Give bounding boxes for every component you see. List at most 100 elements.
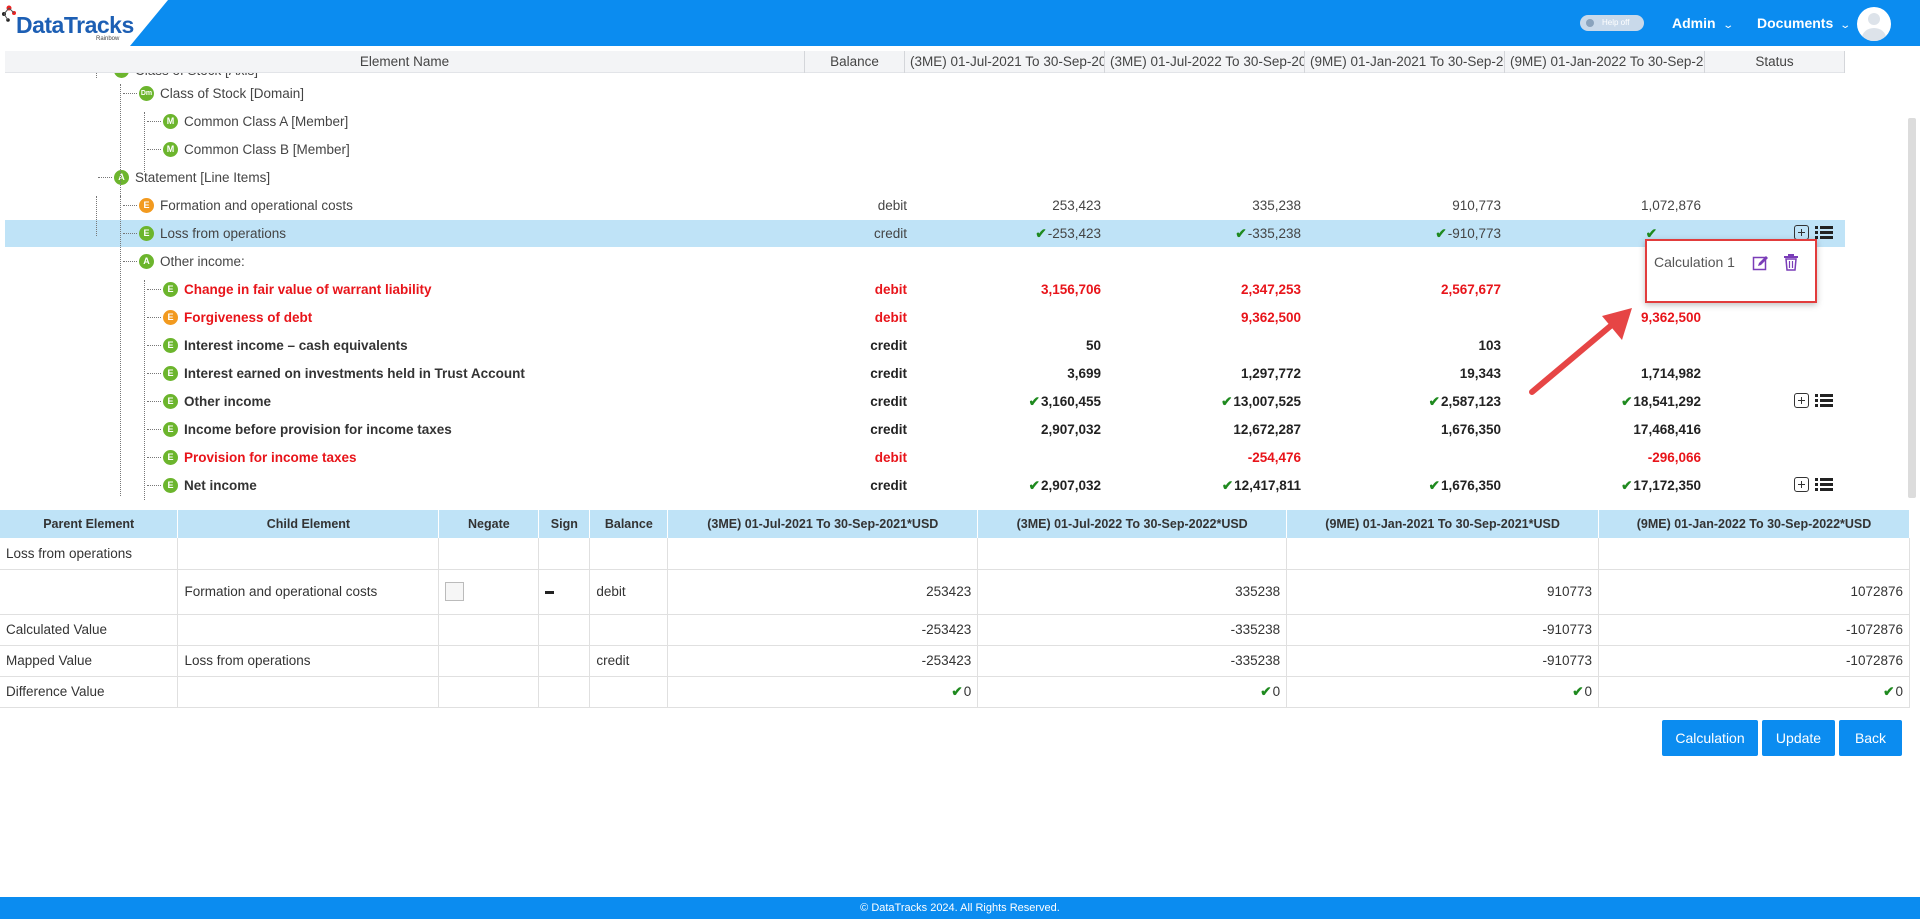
col-balance[interactable]: Balance (805, 51, 905, 73)
update-button[interactable]: Update (1762, 720, 1835, 756)
value-cell: -910773 (1286, 614, 1600, 646)
logo[interactable]: DataTracks Rainbow (0, 0, 168, 46)
minus-sign-icon[interactable] (545, 590, 555, 594)
value-cell: 1,072,876 (1640, 198, 1701, 213)
negate-checkbox[interactable] (445, 582, 465, 601)
th-sign[interactable]: Sign (538, 510, 591, 538)
table-row: Difference Value ✔0 ✔0 ✔0 ✔0 (0, 676, 1910, 708)
tree-row[interactable]: E Formation and operational costs debit 253… (5, 192, 1845, 219)
check-icon: ✔ (1221, 394, 1233, 409)
check-icon: ✔ (1883, 683, 1895, 699)
col-3me-2021[interactable]: (3ME) 01-Jul-2021 To 30-Sep-2021 (905, 51, 1105, 73)
element-name[interactable]: Income before provision for income taxes (184, 422, 452, 437)
value-cell: 253,423 (1052, 198, 1101, 213)
tree-guide-line (120, 84, 121, 208)
element-name[interactable]: Interest income – cash equivalents (184, 338, 408, 353)
calculation-name[interactable]: Calculation 1 (1654, 254, 1735, 270)
element-type-icon: A (139, 254, 154, 269)
admin-menu[interactable]: Admin ⌄ (1672, 15, 1734, 31)
row-actions (1794, 392, 1833, 409)
tree-row[interactable]: E Provision for income taxes debit -254,476… (5, 444, 1845, 471)
value-cell: 1,297,772 (1240, 366, 1301, 381)
col-9me-2022[interactable]: (9ME) 01-Jan-2022 To 30-Sep-2022 (1505, 51, 1705, 73)
tree-row[interactable]: E Net income credit ✔2,907,032 ✔12,417,811 ✔1… (5, 472, 1845, 499)
calculation-table: Parent Element Child Element Negate Sign… (0, 510, 1910, 708)
tree-connector (123, 233, 137, 234)
col-9me-2021[interactable]: (9ME) 01-Jan-2021 To 30-Sep-2021 (1305, 51, 1505, 73)
element-name[interactable]: Other income: (160, 254, 245, 269)
element-type-icon: Dm (139, 86, 154, 101)
element-name[interactable]: Common Class A [Member] (184, 114, 348, 129)
delete-icon[interactable] (1783, 253, 1799, 271)
th-child-element[interactable]: Child Element (177, 510, 440, 538)
element-type-icon: M (163, 142, 178, 157)
tree-row[interactable]: M Common Class B [Member] (5, 136, 1845, 163)
check-icon: ✔ (1028, 394, 1040, 409)
value-cell: 1,676,350 (1440, 422, 1501, 437)
element-name[interactable]: Interest earned on investments held in T… (184, 366, 525, 381)
check-icon: ✔ (1235, 226, 1247, 241)
value-cell: 0 (1272, 683, 1281, 699)
value-cell: 19,343 (1459, 366, 1501, 381)
tree-connector (147, 485, 161, 486)
th-3me-2021[interactable]: (3ME) 01-Jul-2021 To 30-Sep-2021*USD (667, 510, 979, 538)
element-name[interactable]: Provision for income taxes (184, 450, 357, 465)
check-icon: ✔ (1260, 683, 1272, 699)
user-avatar[interactable] (1857, 7, 1891, 41)
tree-connector (147, 289, 161, 290)
element-type-icon: A (114, 170, 129, 185)
tree-row[interactable]: A Other income: (5, 248, 1845, 275)
balance-cell: credit (870, 394, 907, 409)
tree-connector (147, 149, 161, 150)
col-3me-2022[interactable]: (3ME) 01-Jul-2022 To 30-Sep-2022 (1105, 51, 1305, 73)
list-icon[interactable] (1815, 225, 1833, 240)
edit-icon[interactable] (1752, 254, 1770, 272)
tree-row[interactable]: M Common Class A [Member] (5, 108, 1845, 135)
value-cell: 2,347,253 (1240, 282, 1301, 297)
check-icon: ✔ (1028, 478, 1040, 493)
chevron-down-icon: ⌄ (1839, 20, 1852, 31)
tree-row[interactable]: Dm Class of Stock [Domain] (5, 80, 1845, 107)
col-element-name[interactable]: Element Name (5, 51, 805, 73)
th-9me-2021[interactable]: (9ME) 01-Jan-2021 To 30-Sep-2021*USD (1286, 510, 1600, 538)
th-3me-2022[interactable]: (3ME) 01-Jul-2022 To 30-Sep-2022*USD (977, 510, 1288, 538)
th-balance[interactable]: Balance (589, 510, 669, 538)
element-name[interactable]: Change in fair value of warrant liabilit… (184, 282, 432, 297)
tree-connector (123, 261, 137, 262)
balance-cell: debit (589, 569, 669, 615)
value-cell: ✔13,007,525 (1221, 394, 1301, 409)
element-type-icon: E (163, 394, 178, 409)
element-tree-grid: AClass of Stock [Axis]DmClass of Stock [… (0, 48, 1920, 500)
add-calculation-icon[interactable] (1794, 477, 1809, 493)
element-name[interactable]: Other income (184, 394, 271, 409)
tree-connector (147, 401, 161, 402)
add-calculation-icon[interactable] (1794, 393, 1809, 409)
tree-row[interactable]: A Statement [Line Items] (5, 164, 1845, 191)
tree-row[interactable]: E Change in fair value of warrant liabili… (5, 276, 1845, 303)
documents-menu[interactable]: Documents ⌄ (1757, 15, 1852, 31)
tree-connector (147, 121, 161, 122)
add-calculation-icon[interactable] (1794, 225, 1809, 241)
back-button[interactable]: Back (1839, 720, 1902, 756)
element-name[interactable]: Formation and operational costs (160, 198, 353, 213)
list-icon[interactable] (1815, 477, 1833, 492)
th-9me-2022[interactable]: (9ME) 01-Jan-2022 To 30-Sep-2022*USD (1598, 510, 1910, 538)
tree-row[interactable]: E Loss from operations credit ✔-253,423 ✔-33… (5, 220, 1845, 247)
element-name[interactable]: Forgiveness of debt (184, 310, 312, 325)
element-name[interactable]: Common Class B [Member] (184, 142, 350, 157)
element-name[interactable]: Class of Stock [Domain] (160, 86, 304, 101)
element-name[interactable]: Net income (184, 478, 257, 493)
col-status[interactable]: Status (1705, 51, 1845, 73)
help-toggle[interactable]: Help off (1580, 15, 1644, 31)
tree-row[interactable]: E Income before provision for income taxe… (5, 416, 1845, 443)
th-negate[interactable]: Negate (438, 510, 540, 538)
balance-cell: debit (874, 282, 907, 297)
grid-header: Element Name Balance (3ME) 01-Jul-2021 T… (5, 51, 1845, 73)
element-name[interactable]: Loss from operations (160, 226, 286, 241)
list-icon[interactable] (1815, 393, 1833, 408)
element-name[interactable]: Statement [Line Items] (135, 170, 270, 185)
th-parent-element[interactable]: Parent Element (0, 510, 179, 538)
footer: © DataTracks 2024. All Rights Reserved. (0, 897, 1920, 919)
grid-scrollbar[interactable] (1908, 118, 1916, 498)
calculation-button[interactable]: Calculation (1662, 720, 1758, 756)
